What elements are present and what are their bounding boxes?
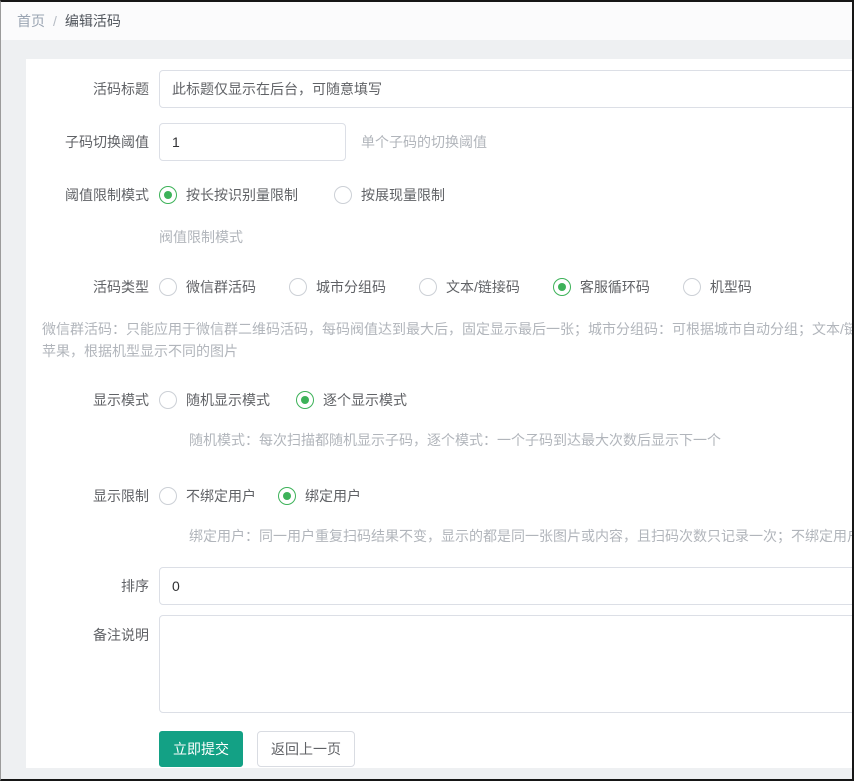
- description-line-1: 微信群活码：只能应用于微信群二维码活码，每码阀值达到最大后，固定显示最后一张；城…: [42, 318, 854, 340]
- threshold-mode-hint: 阀值限制模式: [159, 227, 854, 247]
- form-row-remark: 备注说明: [26, 615, 854, 713]
- display-limit-hint: 绑定用户：同一用户重复扫码结果不变，显示的都是同一张图片或内容，且扫码次数只记录…: [189, 526, 854, 546]
- form-row-threshold: 子码切换阈值 单个子码的切换阈值: [26, 123, 854, 161]
- form-row-title: 活码标题: [26, 70, 854, 108]
- radio-bound-user[interactable]: 绑定用户: [278, 486, 361, 506]
- display-limit-label: 显示限制: [26, 486, 159, 506]
- title-input[interactable]: [159, 70, 854, 108]
- radio-icon: [159, 391, 177, 409]
- title-label: 活码标题: [26, 79, 159, 99]
- display-mode-hint: 随机模式：每次扫描都随机显示子码，逐个模式：一个子码到达最大次数后显示下一个: [189, 430, 854, 450]
- sort-input[interactable]: [159, 567, 854, 605]
- breadcrumb-current-page: 编辑活码: [65, 11, 121, 31]
- radio-sequential-display-mode[interactable]: 逐个显示模式: [296, 390, 407, 410]
- code-type-label: 活码类型: [26, 277, 159, 297]
- form-row-display-mode: 显示模式 随机显示模式 逐个显示模式: [26, 390, 854, 410]
- radio-icon: [419, 278, 437, 296]
- radio-icon: [289, 278, 307, 296]
- remark-label: 备注说明: [26, 615, 159, 645]
- radio-icon: [296, 391, 314, 409]
- form-row-threshold-mode: 阈值限制模式 按长按识别量限制 按展现量限制: [26, 185, 854, 205]
- threshold-label: 子码切换阈值: [26, 132, 159, 152]
- remark-textarea[interactable]: [159, 615, 854, 713]
- sort-label: 排序: [26, 576, 159, 596]
- form-actions: 立即提交 返回上一页: [159, 731, 854, 767]
- radio-city-group-code[interactable]: 城市分组码: [289, 277, 386, 297]
- code-type-description: 微信群活码：只能应用于微信群二维码活码，每码阀值达到最大后，固定显示最后一张；城…: [42, 318, 854, 362]
- radio-press-recognition-limit[interactable]: 按长按识别量限制: [159, 185, 298, 205]
- radio-impression-limit[interactable]: 按展现量限制: [334, 185, 445, 205]
- display-mode-label: 显示模式: [26, 390, 159, 410]
- radio-icon: [334, 186, 352, 204]
- radio-icon: [159, 278, 177, 296]
- radio-icon: [683, 278, 701, 296]
- threshold-mode-label: 阈值限制模式: [26, 185, 159, 205]
- description-line-2: 苹果，根据机型显示不同的图片: [42, 340, 854, 362]
- submit-button[interactable]: 立即提交: [159, 731, 243, 767]
- breadcrumb-separator: /: [53, 13, 57, 29]
- threshold-hint: 单个子码的切换阈值: [361, 132, 487, 152]
- radio-unbound-user[interactable]: 不绑定用户: [159, 486, 256, 506]
- edit-form-card: 活码标题 子码切换阈值 单个子码的切换阈值 阈值限制模式 按长按识别量限制: [26, 59, 854, 768]
- radio-icon: [159, 487, 177, 505]
- radio-device-model-code[interactable]: 机型码: [683, 277, 752, 297]
- back-button[interactable]: 返回上一页: [257, 731, 355, 767]
- form-row-code-type: 活码类型 微信群活码 城市分组码 文本/链接码 客服循环码: [26, 277, 854, 297]
- form-row-sort: 排序: [26, 567, 854, 605]
- radio-wechat-group-code[interactable]: 微信群活码: [159, 277, 256, 297]
- breadcrumb: 首页 / 编辑活码: [1, 2, 852, 40]
- threshold-input[interactable]: [159, 123, 346, 161]
- breadcrumb-home-link[interactable]: 首页: [17, 11, 45, 31]
- form-row-display-limit: 显示限制 不绑定用户 绑定用户: [26, 486, 854, 506]
- radio-icon: [159, 186, 177, 204]
- radio-random-display-mode[interactable]: 随机显示模式: [159, 390, 270, 410]
- radio-icon: [553, 278, 571, 296]
- radio-text-link-code[interactable]: 文本/链接码: [419, 277, 520, 297]
- radio-service-loop-code[interactable]: 客服循环码: [553, 277, 650, 297]
- app-window: 首页 / 编辑活码 活码标题 子码切换阈值 单个子码的切换阈值 阈值限制模式: [0, 0, 854, 781]
- radio-icon: [278, 487, 296, 505]
